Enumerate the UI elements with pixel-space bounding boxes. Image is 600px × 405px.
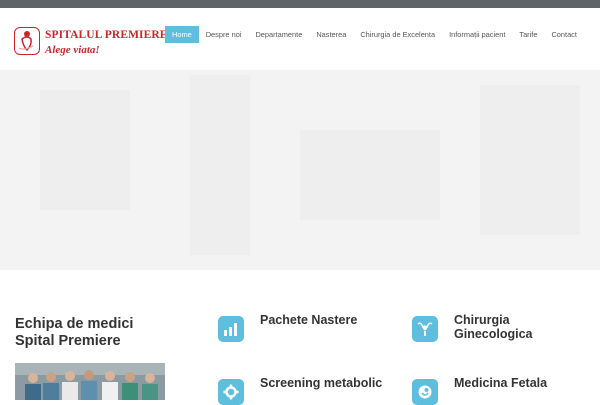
service-label: Medicina Fetala (454, 376, 548, 390)
hero-banner (0, 70, 600, 270)
hero-faded-shape (300, 130, 440, 220)
logo-tagline: Alege viata! (45, 44, 100, 56)
site-header: SPITALUL PREMIERE Alege viata! Home Desp… (0, 8, 600, 70)
team-photo[interactable] (15, 363, 165, 400)
nav-item-home[interactable]: Home (165, 26, 199, 43)
hero-faded-shape (40, 90, 130, 210)
nav-item-tarife[interactable]: Tarife (512, 26, 544, 43)
hero-faded-shape (480, 85, 580, 235)
service-label: Screening metabolic (260, 376, 383, 390)
site-logo[interactable]: SPITALUL PREMIERE Alege viata! (14, 26, 167, 62)
nav-item-contact[interactable]: Contact (544, 26, 583, 43)
nav-item-departamente[interactable]: Departamente (248, 26, 309, 43)
hero-faded-shape (190, 75, 250, 255)
top-bar (0, 0, 600, 8)
service-label: Chirurgia Ginecologica (454, 313, 533, 341)
nav-item-informatii[interactable]: Informații pacient (442, 26, 512, 43)
gear-icon (218, 379, 244, 405)
uterus-icon (412, 316, 438, 342)
team-heading: Echipa de medici Spital Premiere (15, 316, 133, 350)
fetus-icon (412, 379, 438, 405)
bar-chart-icon (218, 316, 244, 342)
team-heading-line2: Spital Premiere (15, 333, 121, 349)
main-nav: Home Despre noi Departamente Nasterea Ch… (165, 26, 584, 43)
logo-mark-icon (14, 27, 40, 55)
service-label: Pachete Nastere (260, 313, 358, 327)
nav-item-chirurgia[interactable]: Chirurgia de Excelenta (353, 26, 442, 43)
team-heading-line1: Echipa de medici (15, 316, 134, 332)
logo-name: SPITALUL PREMIERE (45, 29, 168, 41)
nav-item-nasterea[interactable]: Nasterea (309, 26, 353, 43)
nav-item-despre-noi[interactable]: Despre noi (199, 26, 249, 43)
